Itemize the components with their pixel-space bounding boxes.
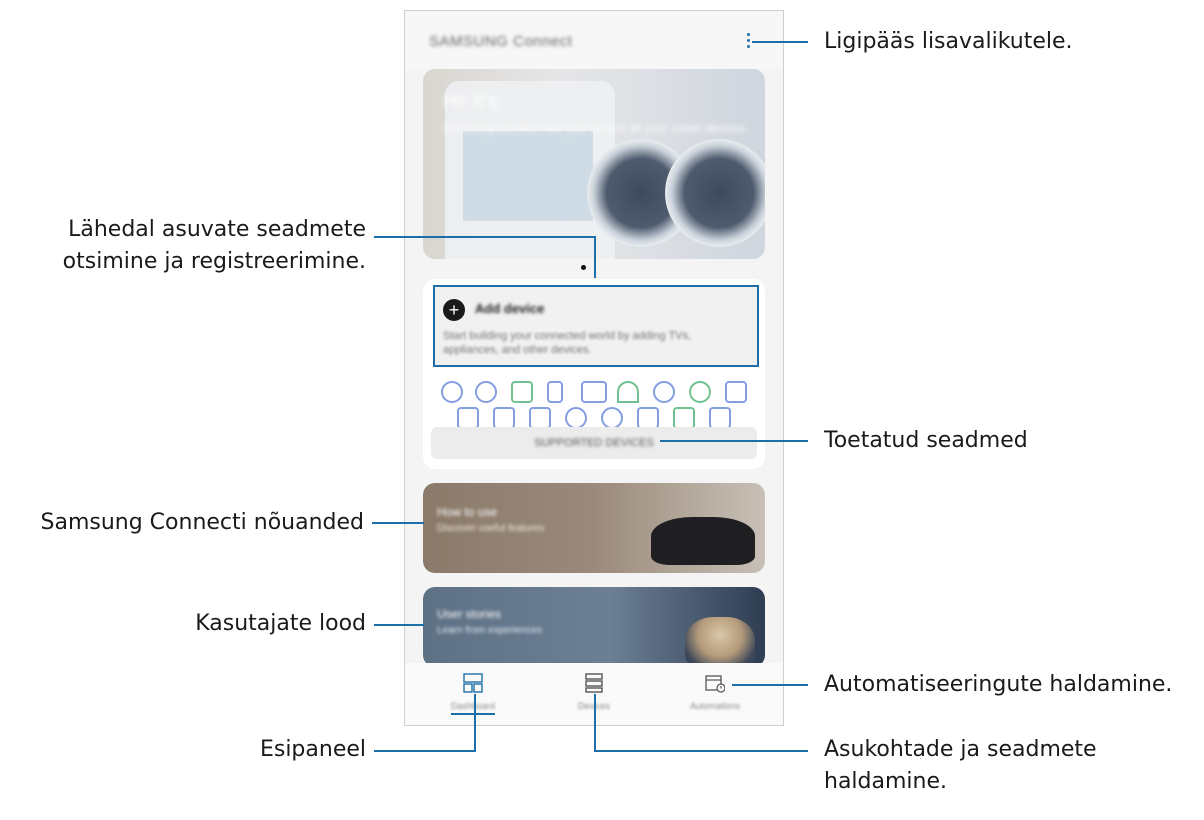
device-icon-remote (547, 381, 563, 403)
device-icon-tv (581, 381, 607, 403)
devices-list-icon (585, 673, 603, 693)
phone-screen-illustration (463, 131, 593, 221)
add-device-description: Start building your connected world by a… (443, 330, 692, 356)
dryer-icon (665, 139, 765, 247)
callout-line-more-options (752, 41, 808, 43)
supported-devices-label: SUPPORTED DEVICES (534, 437, 654, 449)
stories-title: User stories (437, 607, 502, 621)
callout-supported-devices: Toetatud seadmed (824, 428, 1028, 453)
hero-banner[interactable]: Hi! It's Samsung Connect lets you contro… (423, 69, 765, 259)
device-icon-headphones (617, 381, 639, 403)
device-icon-oven (637, 407, 659, 429)
add-device-button[interactable]: + Add device Start building your connect… (433, 285, 759, 367)
callout-line-automations (732, 684, 808, 686)
device-icon-plug (653, 381, 675, 403)
add-device-title: Add device (475, 301, 545, 316)
hero-subtitle: Samsung Connect lets you control all you… (443, 121, 746, 135)
hero-heading: Hi! It's (443, 91, 498, 113)
device-icon-cam (565, 407, 587, 429)
callout-automations: Automatiseeringute haldamine. (824, 672, 1173, 697)
device-icon-washer (511, 381, 533, 403)
callout-nearby-line1: Lähedal asuvate seadmete (68, 217, 366, 242)
callout-more-options: Ligipääs lisavalikutele. (824, 29, 1073, 54)
page-indicator-dot (581, 265, 586, 270)
callout-line-nearby-h (374, 236, 596, 238)
tab-dashboard[interactable]: Dashboard (413, 663, 533, 725)
callout-locations-line2: haldamine. (824, 769, 947, 794)
tips-subtitle: Discover useful features (437, 523, 545, 534)
user-photo (685, 617, 755, 667)
device-icon-dryer (457, 407, 479, 429)
device-icon-fridge (493, 407, 515, 429)
callout-nearby-line2: otsimine ja registreerimine. (62, 249, 366, 274)
device-icon-watch (601, 407, 623, 429)
callout-line-dashboard-v (474, 694, 476, 752)
callout-locations-line1: Asukohtade ja seadmete (824, 737, 1097, 762)
more-options-icon[interactable] (745, 33, 751, 53)
robot-vacuum-image (651, 517, 755, 565)
tips-card[interactable]: How to use Discover useful features (423, 483, 765, 573)
callout-line-nearby-v (594, 236, 596, 278)
active-tab-indicator (451, 713, 495, 715)
device-icon-speaker (725, 381, 747, 403)
callout-line-stories (374, 624, 424, 626)
user-stories-card[interactable]: User stories Learn from experiences (423, 587, 765, 667)
phone-screen: SAMSUNG Connect Hi! It's Samsung Connect… (404, 10, 784, 726)
tab-dashboard-label: Dashboard (450, 701, 496, 711)
callout-dashboard: Esipaneel (259, 737, 366, 762)
stories-subtitle: Learn from experiences (437, 625, 543, 636)
device-icon-sensor (689, 381, 711, 403)
callout-line-supported (660, 440, 808, 442)
app-title: SAMSUNG Connect (429, 33, 573, 50)
tab-automations[interactable]: Automations (655, 663, 775, 725)
plus-icon: + (443, 299, 465, 321)
callout-user-stories: Kasutajate lood (195, 611, 366, 636)
device-icon-camera (441, 381, 463, 403)
device-icon-printer (529, 407, 551, 429)
supported-devices-button[interactable]: SUPPORTED DEVICES (431, 427, 757, 459)
device-icon-hub (709, 407, 731, 429)
callout-line-dashboard-h (374, 750, 476, 752)
device-icon-aircon (673, 407, 695, 429)
device-icon-bulb (475, 381, 497, 403)
dashboard-icon (463, 673, 483, 693)
tips-title: How to use (437, 505, 498, 519)
callout-line-locations-h (594, 750, 808, 752)
callout-tips: Samsung Connecti nõuanded (40, 510, 365, 535)
callout-line-tips (372, 522, 424, 524)
automations-icon (705, 675, 725, 693)
app-bar: SAMSUNG Connect (405, 11, 783, 69)
callout-line-locations-v (594, 694, 596, 752)
tab-automations-label: Automations (689, 701, 741, 711)
